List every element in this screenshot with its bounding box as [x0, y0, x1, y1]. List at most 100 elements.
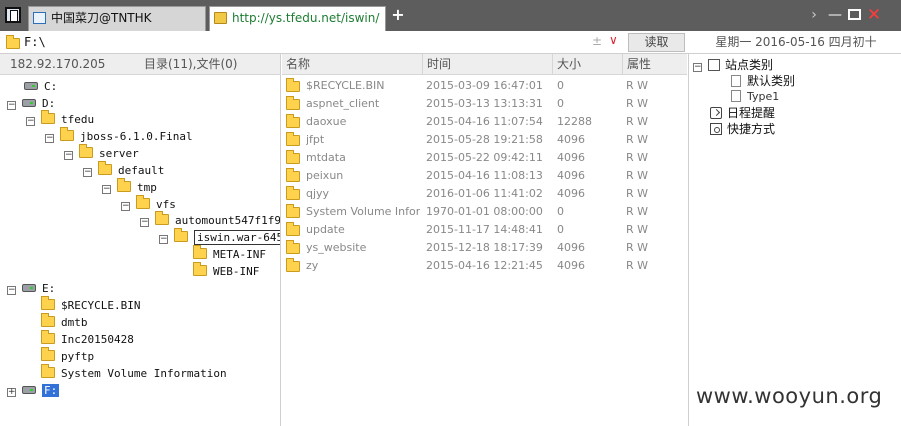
column-attr[interactable]: 属性	[622, 54, 651, 75]
column-name[interactable]: 名称	[282, 54, 310, 75]
file-time: 2015-04-16 11:08:13	[426, 169, 543, 182]
folder-icon	[193, 245, 207, 259]
folder-icon	[155, 211, 169, 225]
folder-icon	[117, 178, 131, 192]
star-icon[interactable]: ±	[592, 34, 602, 48]
tree-node-jboss[interactable]: − jboss-6.1.0.Final	[45, 127, 193, 145]
file-time: 2015-03-09 16:47:01	[426, 79, 543, 92]
collapse-icon[interactable]: −	[64, 151, 73, 160]
file-size: 4096	[557, 133, 585, 146]
file-size: 0	[557, 205, 564, 218]
collapse-icon[interactable]: −	[26, 117, 35, 126]
collapse-icon[interactable]: −	[102, 185, 111, 194]
tree-node-automount[interactable]: − automount547f1f94	[140, 211, 280, 229]
site-category-node[interactable]: − 站点类别	[693, 57, 773, 73]
table-row[interactable]: mtdata 2015-05-22 09:42:11 4096 R W	[282, 149, 687, 167]
folder-icon	[286, 150, 300, 164]
window-icon	[33, 12, 46, 24]
file-attr: R W	[626, 79, 649, 92]
maximize-button[interactable]	[846, 7, 862, 23]
file-attr: R W	[626, 241, 649, 254]
tree-node-web-inf[interactable]: WEB-INF	[193, 262, 259, 280]
tree-node-vfs[interactable]: − vfs	[121, 195, 176, 213]
tree-node-tfedu[interactable]: − tfedu	[26, 110, 95, 128]
tree-node-default[interactable]: − default	[83, 161, 164, 179]
tree-node-label: C:	[44, 80, 58, 93]
file-size: 4096	[557, 259, 585, 272]
table-row[interactable]: $RECYCLE.BIN 2015-03-09 16:47:01 0 R W	[282, 77, 687, 95]
shortcut-icon	[710, 123, 722, 135]
file-attr: R W	[626, 169, 649, 182]
tree-node-inc[interactable]: Inc20150428	[41, 330, 134, 348]
folder-icon	[41, 347, 55, 361]
collapse-icon[interactable]: −	[693, 63, 702, 72]
tree-node-system-volume[interactable]: System Volume Information	[41, 364, 227, 382]
tree-node-pyftp[interactable]: pyftp	[41, 347, 95, 365]
tree-node-iswin-war[interactable]: − iswin.war-645aec59ee84b45d	[159, 228, 280, 246]
table-row[interactable]: daoxue 2015-04-16 11:07:54 12288 R W	[282, 113, 687, 131]
tab-caidao[interactable]: 中国菜刀@TNTHK	[28, 6, 206, 31]
close-button[interactable]: ✕	[866, 7, 882, 24]
file-attr: R W	[626, 187, 649, 200]
app-icon[interactable]	[5, 7, 21, 23]
chevron-right-icon[interactable]: ›	[806, 7, 822, 23]
collapse-icon[interactable]: −	[45, 134, 54, 143]
tree-node-e[interactable]: − E:	[7, 280, 55, 297]
type1-node[interactable]: Type1	[731, 89, 779, 105]
file-size: 0	[557, 79, 564, 92]
table-row[interactable]: ys_website 2015-12-18 18:17:39 4096 R W	[282, 239, 687, 257]
table-row[interactable]: aspnet_client 2015-03-13 13:13:31 0 R W	[282, 95, 687, 113]
tree-node-label: META-INF	[213, 248, 266, 261]
file-size: 0	[557, 223, 564, 236]
tree-node-label: tfedu	[61, 113, 95, 126]
new-tab-button[interactable]: +	[390, 6, 406, 24]
read-button[interactable]: 读取	[628, 33, 685, 52]
server-ip: 182.92.170.205	[10, 57, 106, 71]
folder-icon	[41, 110, 55, 124]
file-name: aspnet_client	[306, 97, 380, 110]
folder-icon	[41, 330, 55, 344]
tree-node-recycle-bin[interactable]: $RECYCLE.BIN	[41, 296, 140, 314]
table-row[interactable]: qjyy 2016-01-06 11:41:02 4096 R W	[282, 185, 687, 203]
collapse-icon[interactable]: −	[7, 101, 16, 110]
table-row[interactable]: jfpt 2015-05-28 19:21:58 4096 R W	[282, 131, 687, 149]
tree-node-meta-inf[interactable]: META-INF	[193, 245, 266, 263]
table-row[interactable]: System Volume Inform... 1970-01-01 08:00…	[282, 203, 687, 221]
tab-label: 中国菜刀@TNTHK	[51, 11, 152, 25]
schedule-node[interactable]: 日程提醒	[710, 105, 775, 121]
tree-node-dmtb[interactable]: dmtb	[41, 313, 88, 331]
column-size[interactable]: 大小	[552, 54, 581, 75]
tab-label: http://ys.tfedu.net/iswin/	[232, 11, 380, 25]
path-input[interactable]: F:\	[24, 33, 624, 52]
folder-icon	[60, 127, 74, 141]
tab-iswin[interactable]: http://ys.tfedu.net/iswin/	[209, 6, 386, 31]
minimize-button[interactable]: —	[827, 7, 843, 23]
collapse-icon[interactable]: −	[159, 235, 168, 244]
tree-node-server[interactable]: − server	[64, 144, 139, 162]
column-time[interactable]: 时间	[422, 54, 451, 75]
folder-icon	[286, 240, 300, 254]
expand-icon[interactable]: +	[7, 388, 16, 397]
table-row[interactable]: update 2015-11-17 14:48:41 0 R W	[282, 221, 687, 239]
tree-node-c[interactable]: C:	[24, 78, 57, 95]
collapse-icon[interactable]: −	[140, 218, 149, 227]
file-time: 2016-01-06 11:41:02	[426, 187, 543, 200]
table-row[interactable]: peixun 2015-04-16 11:08:13 4096 R W	[282, 167, 687, 185]
category-icon	[708, 59, 720, 71]
tree-node-label: pyftp	[61, 350, 95, 363]
tree-node-tmp[interactable]: − tmp	[102, 178, 157, 196]
file-name: ys_website	[306, 241, 367, 254]
shortcuts-node[interactable]: 快捷方式	[710, 121, 775, 137]
collapse-icon[interactable]: −	[121, 202, 130, 211]
file-time: 1970-01-01 08:00:00	[426, 205, 543, 218]
dir-summary: 目录(11),文件(0)	[144, 57, 238, 71]
chevron-down-icon[interactable]: ∨	[609, 33, 618, 47]
tree-node-f[interactable]: + F:	[7, 382, 60, 399]
collapse-icon[interactable]: −	[83, 168, 92, 177]
default-category-node[interactable]: 默认类别	[731, 73, 795, 89]
document-icon	[731, 90, 741, 102]
folder-icon	[136, 195, 150, 209]
table-row[interactable]: zy 2015-04-16 12:21:45 4096 R W	[282, 257, 687, 275]
collapse-icon[interactable]: −	[7, 286, 16, 295]
tree-node-label: E:	[42, 282, 56, 295]
